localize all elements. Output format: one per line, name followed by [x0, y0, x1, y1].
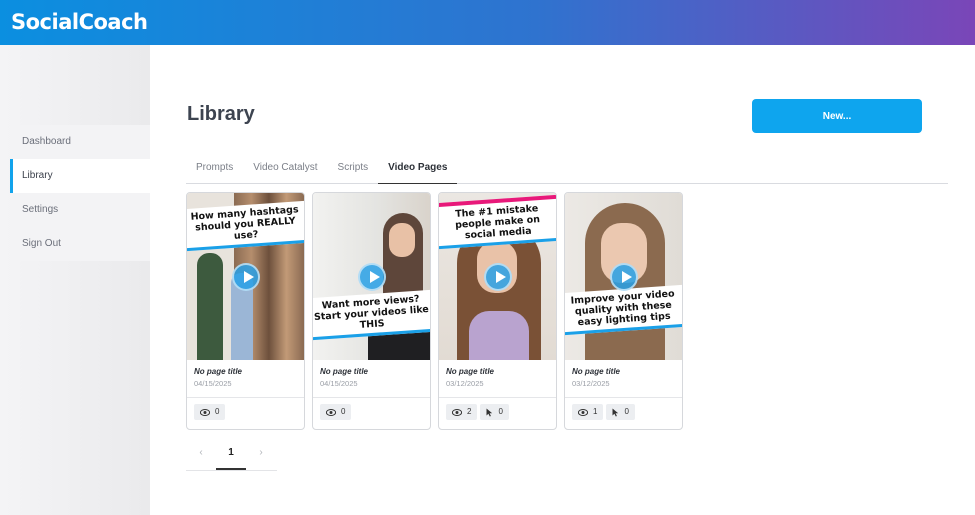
video-page-card[interactable]: How many hashtags should you REALLY use?…	[186, 192, 305, 430]
card-date: 03/12/2025	[446, 379, 484, 388]
card-stats: 0	[194, 404, 228, 420]
pagination: ‹ 1 ›	[186, 441, 277, 471]
views-stat: 0	[194, 404, 226, 420]
views-count: 0	[215, 407, 220, 416]
sidebar-nav: Dashboard Library Settings Sign Out	[10, 125, 150, 261]
card-title: No page title	[320, 367, 369, 376]
cursor-icon	[486, 408, 493, 416]
card-stats: 2 0	[446, 404, 512, 420]
sidebar-item-sign-out[interactable]: Sign Out	[10, 227, 150, 261]
card-title: No page title	[572, 367, 621, 376]
tab-scripts[interactable]: Scripts	[328, 155, 379, 184]
card-date: 04/15/2025	[320, 379, 358, 388]
views-count: 0	[341, 407, 346, 416]
views-stat: 0	[320, 404, 352, 420]
views-stat: 2	[446, 404, 478, 420]
sidebar-item-settings[interactable]: Settings	[10, 193, 150, 227]
card-divider	[439, 397, 556, 398]
video-page-card[interactable]: Improve your video quality with these ea…	[564, 192, 683, 430]
card-date: 04/15/2025	[194, 379, 232, 388]
sidebar	[0, 45, 150, 515]
play-icon[interactable]	[232, 263, 260, 291]
clicks-stat: 0	[606, 404, 635, 420]
page-1-button[interactable]: 1	[216, 441, 246, 470]
clicks-count: 0	[624, 407, 629, 416]
play-icon[interactable]	[358, 263, 386, 291]
views-count: 1	[593, 407, 598, 416]
video-thumbnail[interactable]: Improve your video quality with these ea…	[565, 193, 682, 360]
eye-icon	[326, 408, 336, 416]
card-divider	[187, 397, 304, 398]
cursor-icon	[612, 408, 619, 416]
tab-video-pages[interactable]: Video Pages	[378, 155, 458, 184]
eye-icon	[452, 408, 462, 416]
thumbnail-caption: How many hashtags should you REALLY use?	[187, 200, 304, 252]
video-thumbnail[interactable]: Want more views? Start your videos like …	[313, 193, 430, 360]
video-thumbnail[interactable]: How many hashtags should you REALLY use?	[187, 193, 304, 360]
card-title: No page title	[446, 367, 495, 376]
video-thumbnail[interactable]: The #1 mistake people make on social med…	[439, 193, 556, 360]
sidebar-item-dashboard[interactable]: Dashboard	[10, 125, 150, 159]
eye-icon	[578, 408, 588, 416]
thumbnail-caption: Improve your video quality with these ea…	[565, 284, 682, 336]
tab-video-catalyst[interactable]: Video Catalyst	[243, 155, 327, 184]
card-title: No page title	[194, 367, 243, 376]
card-divider	[313, 397, 430, 398]
prev-page-button[interactable]: ‹	[186, 441, 216, 470]
page-title: Library	[187, 103, 255, 125]
views-stat: 1	[572, 404, 604, 420]
sidebar-item-library[interactable]: Library	[10, 159, 150, 193]
top-header: SocialCoach	[0, 0, 975, 45]
tab-prompts[interactable]: Prompts	[186, 155, 243, 184]
clicks-count: 0	[498, 407, 503, 416]
card-date: 03/12/2025	[572, 379, 610, 388]
card-stats: 1 0	[572, 404, 638, 420]
app-logo[interactable]: SocialCoach	[11, 9, 148, 35]
thumbnail-caption: The #1 mistake people make on social med…	[439, 194, 556, 250]
tab-bar: Prompts Video Catalyst Scripts Video Pag…	[186, 155, 948, 184]
thumbnail-caption: Want more views? Start your videos like …	[313, 289, 430, 341]
clicks-stat: 0	[480, 404, 509, 420]
views-count: 2	[467, 407, 472, 416]
eye-icon	[200, 408, 210, 416]
video-page-card[interactable]: Want more views? Start your videos like …	[312, 192, 431, 430]
play-icon[interactable]	[610, 263, 638, 291]
new-button[interactable]: New...	[752, 99, 922, 133]
play-icon[interactable]	[484, 263, 512, 291]
card-divider	[565, 397, 682, 398]
video-page-grid: How many hashtags should you REALLY use?…	[186, 192, 690, 430]
next-page-button[interactable]: ›	[246, 441, 276, 470]
video-page-card[interactable]: The #1 mistake people make on social med…	[438, 192, 557, 430]
card-stats: 0	[320, 404, 354, 420]
